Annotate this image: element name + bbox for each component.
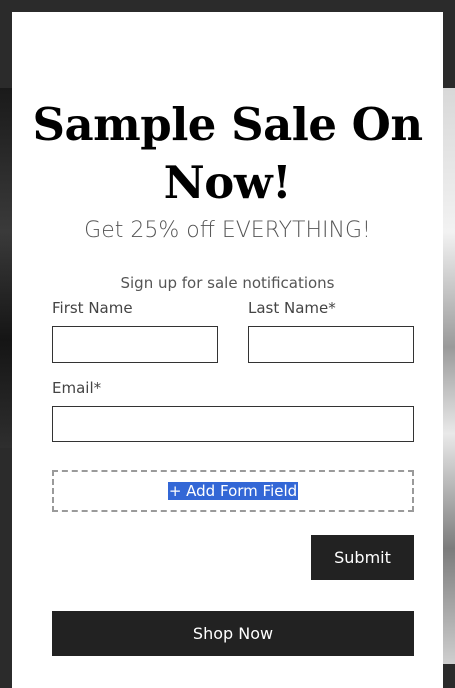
- email-field[interactable]: [52, 406, 414, 442]
- email-label: Email*: [52, 379, 102, 397]
- popup-tagline: Sign up for sale notifications: [120, 274, 335, 292]
- last-name-field[interactable]: [248, 326, 414, 363]
- shop-now-button[interactable]: Shop Now: [52, 611, 414, 656]
- background-image-right: [443, 88, 455, 664]
- popup-subtitle: Get 25% off EVERYTHING!: [84, 218, 371, 243]
- signup-popup: Sample Sale On Now! Get 25% off EVERYTHI…: [12, 12, 443, 688]
- last-name-label: Last Name*: [248, 299, 336, 317]
- first-name-field[interactable]: [52, 326, 218, 363]
- popup-title: Sample Sale On Now!: [32, 98, 423, 209]
- submit-button[interactable]: Submit: [311, 535, 414, 580]
- background-image-left: [0, 88, 12, 448]
- add-form-field-label: + Add Form Field: [167, 482, 299, 500]
- add-form-field-button[interactable]: + Add Form Field: [52, 470, 414, 512]
- first-name-label: First Name: [52, 299, 133, 317]
